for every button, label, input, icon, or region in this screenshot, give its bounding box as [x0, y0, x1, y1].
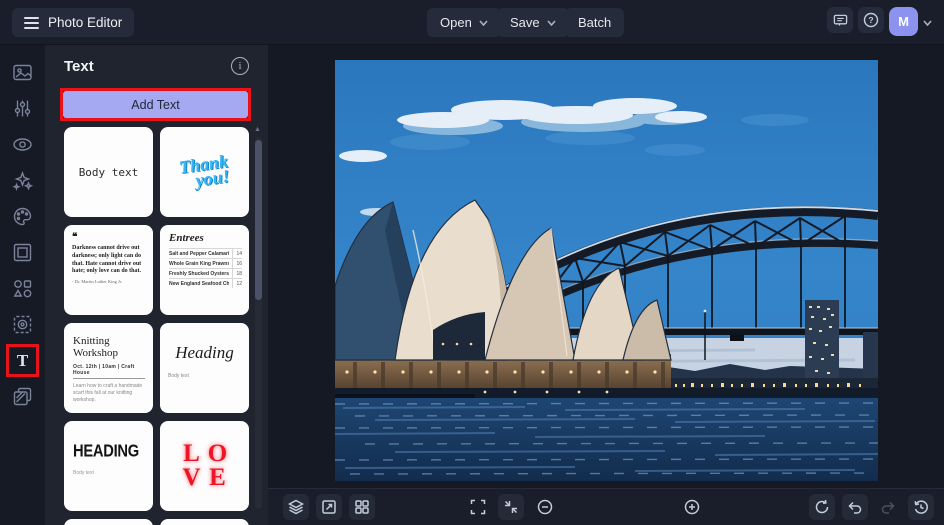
template-partial[interactable] — [64, 519, 153, 525]
canvas-image-sydney-opera-house[interactable] — [335, 60, 878, 481]
fullscreen-icon — [470, 499, 486, 515]
bottom-toolbar: 18% — [268, 488, 944, 525]
help-icon: ? — [863, 12, 879, 28]
fit-to-screen-button[interactable] — [498, 494, 524, 520]
text-panel: Text i Add Text Body text Thank you! ❝ D… — [45, 45, 268, 525]
zoom-out-icon — [537, 499, 553, 515]
grid-icon — [355, 500, 369, 514]
panel-title: Text — [64, 58, 94, 75]
palette-icon — [13, 207, 32, 226]
overlays-icon — [13, 387, 32, 406]
graphics-tab[interactable] — [12, 278, 33, 299]
annotation-box-text-tab — [6, 344, 39, 377]
refresh-button[interactable] — [809, 494, 835, 520]
open-button[interactable]: Open — [427, 8, 501, 37]
redo-button[interactable] — [875, 494, 901, 520]
template-thank-you[interactable]: Thank you! — [160, 127, 249, 217]
avatar[interactable]: M — [889, 7, 918, 36]
annotation-box-add-text: Add Text — [60, 88, 251, 121]
frame-icon — [13, 243, 32, 262]
redo-icon — [881, 501, 895, 514]
chat-icon — [833, 14, 847, 26]
scroll-up-arrow[interactable]: ▲ — [254, 126, 261, 133]
artsy-tab[interactable] — [12, 206, 33, 227]
undo-button[interactable] — [842, 494, 868, 520]
image-icon — [13, 64, 32, 81]
sparkles-icon — [12, 170, 34, 191]
reset-history-button[interactable] — [908, 494, 934, 520]
batch-button[interactable]: Batch — [565, 8, 625, 37]
touch-up-tab[interactable] — [12, 134, 33, 155]
feedback-button[interactable] — [827, 7, 853, 33]
zoom-out-button[interactable] — [532, 494, 558, 520]
shapes-icon — [13, 280, 32, 298]
fullscreen-button[interactable] — [465, 494, 491, 520]
help-button[interactable]: ? — [858, 7, 884, 33]
layers-icon — [288, 499, 304, 515]
resize-button[interactable] — [316, 494, 342, 520]
account-chevron-icon[interactable] — [923, 20, 932, 26]
template-heading-bold[interactable]: HEADING Body text — [64, 421, 153, 511]
template-body-text[interactable]: Body text — [64, 127, 153, 217]
chevron-down-icon — [547, 19, 556, 26]
effects-tab[interactable] — [12, 170, 34, 191]
template-heading-script[interactable]: Heading Body text — [160, 323, 249, 413]
templates-grid-button[interactable] — [349, 494, 375, 520]
photo-editor-app: Photo Editor Open Save Batch ? M T Text … — [0, 0, 944, 525]
template-partial[interactable] — [160, 519, 249, 525]
photo-manager-tab[interactable] — [12, 62, 33, 83]
eye-icon — [13, 138, 32, 151]
overlays-tab[interactable] — [12, 386, 33, 407]
frames-tab[interactable] — [12, 242, 33, 263]
save-button[interactable]: Save — [497, 8, 569, 37]
zoom-in-icon — [684, 499, 700, 515]
history-icon — [914, 500, 928, 514]
panel-scrollbar-thumb[interactable] — [255, 140, 262, 300]
topbar: Photo Editor Open Save Batch ? M — [0, 0, 944, 45]
template-knitting-workshop[interactable]: Knitting Workshop Oct. 12th | 10am | Cra… — [64, 323, 153, 413]
tool-rail: T — [0, 45, 45, 525]
svg-text:?: ? — [868, 15, 873, 25]
fit-screen-icon — [504, 500, 518, 514]
canvas-area — [268, 45, 944, 488]
layers-button[interactable] — [283, 494, 309, 520]
edit-tab[interactable] — [12, 98, 33, 119]
textures-tab[interactable] — [12, 314, 33, 335]
add-text-button[interactable]: Add Text — [63, 91, 248, 118]
template-love[interactable]: L O V E — [160, 421, 249, 511]
app-title: Photo Editor — [48, 15, 123, 30]
sliders-icon — [14, 100, 31, 117]
undo-icon — [848, 501, 862, 514]
refresh-icon — [815, 499, 829, 514]
hamburger-icon — [24, 16, 39, 29]
main-menu-button[interactable]: Photo Editor — [12, 8, 135, 37]
zoom-in-button[interactable] — [679, 494, 705, 520]
chevron-down-icon — [479, 19, 488, 26]
resize-icon — [322, 500, 336, 514]
template-menu[interactable]: Entrees Salt and Pepper Calamari 14 Whole… — [160, 225, 249, 315]
template-quote[interactable]: ❝ Darkness cannot drive out darkness; on… — [64, 225, 153, 315]
texture-icon — [13, 315, 32, 334]
info-icon[interactable]: i — [231, 57, 249, 75]
